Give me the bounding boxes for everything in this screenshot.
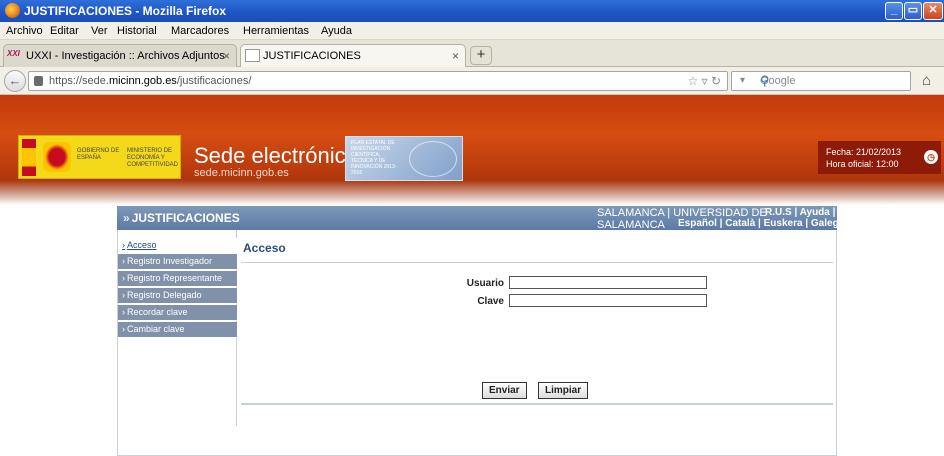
sidebar-item-recordar-clave[interactable]: Recordar clave	[118, 305, 237, 321]
firefox-icon	[5, 3, 20, 18]
lock-icon	[34, 76, 43, 86]
enviar-button[interactable]: Enviar	[482, 382, 527, 399]
top-links[interactable]: R.U.S | Ayuda | F.A.Q	[765, 207, 864, 218]
spain-flag-icon	[22, 139, 36, 176]
page-icon	[245, 49, 260, 62]
window-title: JUSTIFICACIONES - Mozilla Firefox	[24, 4, 227, 18]
sidebar-item-registro-delegado[interactable]: Registro Delegado	[118, 288, 237, 304]
sidebar-item-registro-representante[interactable]: Registro Representante	[118, 271, 237, 287]
menu-editar[interactable]: Editar	[50, 25, 79, 37]
sidebar-item-acceso[interactable]: Acceso	[118, 238, 237, 254]
language-links[interactable]: Español | Català | Euskera | Galego	[678, 218, 845, 229]
url-bar[interactable]: https://sede.micinn.gob.es/justificacion…	[28, 71, 728, 91]
limpiar-button[interactable]: Limpiar	[538, 382, 589, 399]
menubar: Archivo Editar Ver Historial Marcadores …	[0, 22, 944, 40]
url-actions: ☆ ▿ ↻	[687, 74, 721, 88]
clave-label: Clave	[477, 296, 504, 307]
divider	[241, 262, 833, 263]
plan-graphic	[409, 141, 457, 177]
tab-uxxi[interactable]: XXI UXXI - Investigación :: Archivos Adj…	[3, 44, 237, 67]
clave-input[interactable]	[509, 294, 707, 307]
sede-url: sede.micinn.gob.es	[194, 167, 289, 179]
tab-close-icon[interactable]: ×	[452, 49, 459, 63]
menu-ayuda[interactable]: Ayuda	[321, 25, 352, 37]
url-text: https://sede.micinn.gob.es/justificacion…	[49, 75, 252, 87]
tab-bar: XXI UXXI - Investigación :: Archivos Adj…	[0, 40, 944, 67]
close-button[interactable]: ✕	[923, 2, 943, 20]
sede-title[interactable]: Sede electrónica	[194, 143, 358, 169]
search-engine-dropdown-icon[interactable]: ▾	[740, 75, 745, 86]
tab-label: UXXI - Investigación :: Archivos Adjunto…	[26, 50, 225, 62]
menu-historial[interactable]: Historial	[117, 25, 157, 37]
home-icon[interactable]: ⌂	[922, 72, 931, 89]
plan-text: PLAN ESTATAL DE INVESTIGACIÓN CIENTÍFICA…	[351, 140, 397, 176]
clock-icon: ◷	[924, 150, 938, 164]
menu-ver[interactable]: Ver	[91, 25, 108, 37]
bookmark-star-icon[interactable]: ☆	[687, 74, 698, 88]
sidebar-item-cambiar-clave[interactable]: Cambiar clave	[118, 322, 237, 338]
new-tab-button[interactable]: +	[470, 46, 492, 65]
gobierno-logo[interactable]: GOBIERNO DE ESPAÑA MINISTERIO DE ECONOMÍ…	[18, 135, 181, 179]
divider	[241, 403, 833, 405]
uxxi-icon: XXI	[7, 49, 20, 58]
search-box[interactable]: ▾ Google ⚲	[731, 71, 911, 91]
window-titlebar: JUSTIFICACIONES - Mozilla Firefox _ ▭ ✕	[0, 0, 944, 22]
page-title: Acceso	[243, 241, 286, 255]
plan-estatal-logo[interactable]: PLAN ESTATAL DE INVESTIGACIÓN CIENTÍFICA…	[345, 136, 463, 181]
usuario-input[interactable]	[509, 276, 707, 289]
tab-close-icon[interactable]: ×	[223, 49, 230, 63]
main-content: Acceso Registro Investigador Registro Re…	[117, 230, 837, 456]
double-chevron-icon: »	[123, 211, 130, 225]
menu-archivo[interactable]: Archivo	[6, 25, 43, 37]
site-banner: GOBIERNO DE ESPAÑA MINISTERIO DE ECONOMÍ…	[0, 95, 944, 205]
back-button[interactable]: ←	[4, 70, 26, 92]
menu-marcadores[interactable]: Marcadores	[171, 25, 229, 37]
coat-of-arms-icon	[43, 142, 71, 172]
maximize-button[interactable]: ▭	[904, 2, 922, 20]
minimize-button[interactable]: _	[885, 2, 903, 20]
gobierno-text: GOBIERNO DE ESPAÑA	[77, 148, 120, 161]
ministerio-text: MINISTERIO DE ECONOMÍA Y COMPETITIVIDAD	[127, 148, 179, 168]
sidebar-item-registro-investigador[interactable]: Registro Investigador	[118, 254, 237, 270]
reload-icon[interactable]: ↻	[711, 74, 721, 88]
tab-justificaciones[interactable]: JUSTIFICACIONES ×	[240, 44, 466, 67]
date-box: Fecha: 21/02/2013 Hora oficial: 12:00 ◷	[818, 141, 941, 174]
search-icon[interactable]: ⚲	[760, 73, 906, 89]
nav-bar: ← https://sede.micinn.gob.es/justificaci…	[0, 67, 944, 95]
menu-herramientas[interactable]: Herramientas	[243, 25, 309, 37]
tab-label: JUSTIFICACIONES	[263, 50, 361, 62]
app-title: » JUSTIFICACIONES	[123, 211, 240, 225]
dropdown-icon[interactable]: ▿	[702, 74, 708, 88]
usuario-label: Usuario	[466, 278, 504, 289]
app-header: » JUSTIFICACIONES SALAMANCA | UNIVERSIDAD…	[117, 206, 864, 231]
sidebar: Acceso Registro Investigador Registro Re…	[118, 230, 237, 426]
